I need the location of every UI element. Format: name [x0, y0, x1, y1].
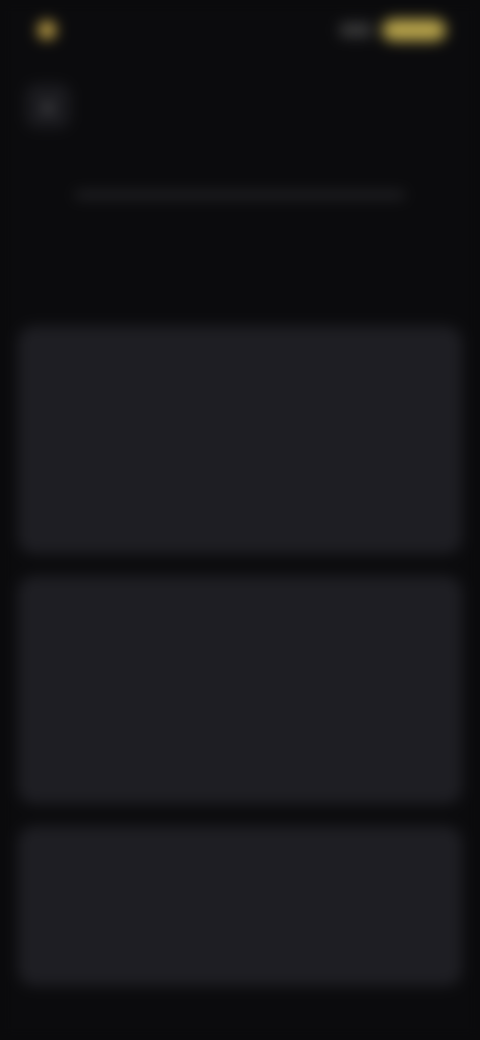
top-bar: ‹	[0, 70, 480, 142]
hero-underline	[75, 192, 405, 198]
status-left	[38, 21, 66, 39]
hero-heading	[40, 176, 440, 198]
battery-icon	[382, 19, 446, 41]
signal-icon	[340, 23, 372, 37]
status-indicator-icon	[38, 21, 56, 39]
status-right	[340, 19, 446, 41]
app-screen: ‹	[0, 0, 480, 1040]
chevron-left-icon: ‹	[43, 90, 53, 121]
back-button[interactable]: ‹	[26, 84, 70, 128]
info-card[interactable]	[18, 326, 462, 554]
info-card[interactable]	[18, 576, 462, 804]
status-bar	[0, 0, 480, 60]
info-card[interactable]	[18, 826, 462, 986]
